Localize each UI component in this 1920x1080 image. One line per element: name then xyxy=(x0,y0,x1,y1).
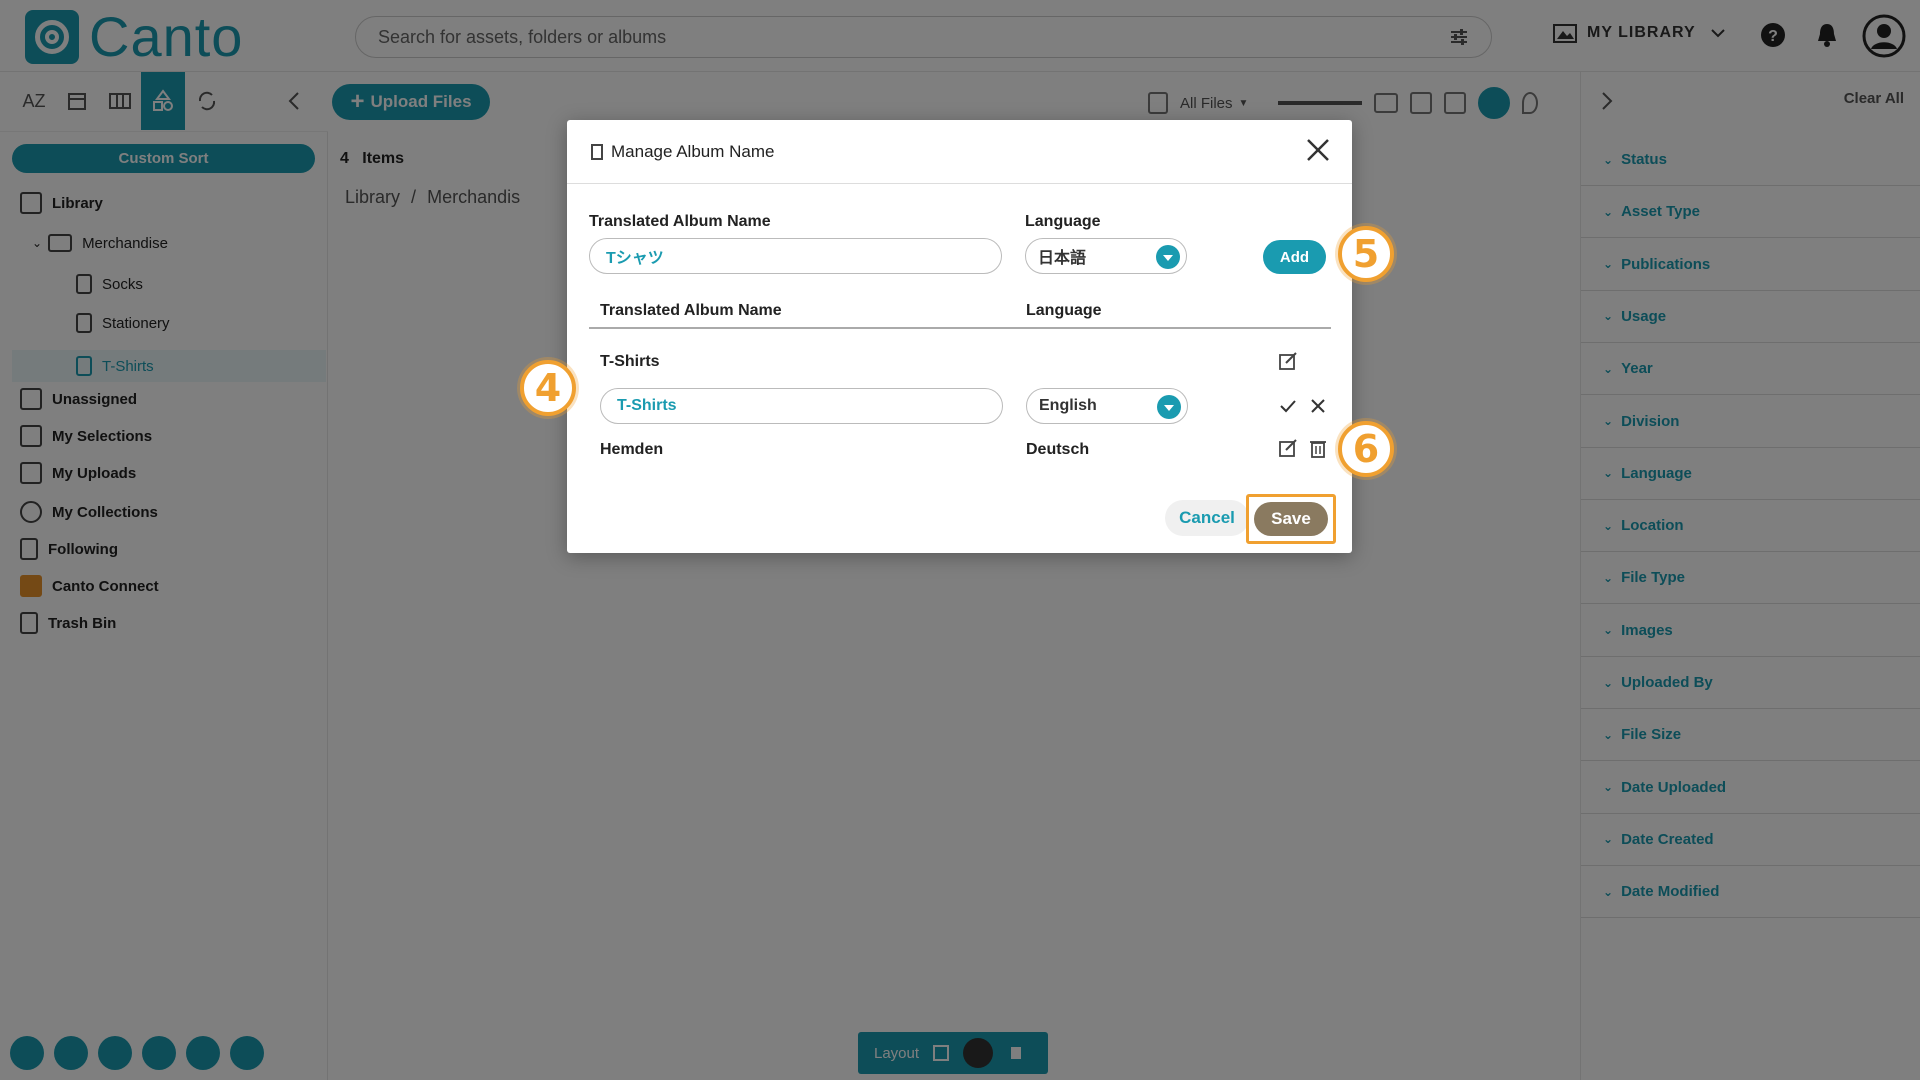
edit-language-value: English xyxy=(1039,397,1097,414)
edit-translated-name-value: T-Shirts xyxy=(617,397,677,414)
column-header-name: Translated Album Name xyxy=(600,302,782,319)
delete-icon[interactable] xyxy=(1307,437,1329,459)
edit-language-select[interactable]: English xyxy=(1026,388,1188,424)
callout-badge-6: 6 xyxy=(1338,421,1394,477)
new-language-value: 日本語 xyxy=(1038,250,1087,267)
callout-4-number: 4 xyxy=(534,366,562,410)
new-name-label: Translated Album Name xyxy=(589,213,771,230)
cancel-button[interactable]: Cancel xyxy=(1165,500,1249,536)
add-label: Add xyxy=(1279,248,1310,266)
close-icon[interactable] xyxy=(1304,136,1332,164)
row-language-deutsch: Deutsch xyxy=(1026,441,1090,458)
new-translated-name-input[interactable]: Tシャツ xyxy=(589,238,1002,274)
cancel-label: Cancel xyxy=(1179,508,1235,527)
dialog-title-text: Manage Album Name xyxy=(611,142,775,161)
row-name-tshirts: T-Shirts xyxy=(600,353,660,370)
cancel-edit-icon[interactable] xyxy=(1307,395,1329,417)
manage-album-name-dialog: Manage Album Name Translated Album Name … xyxy=(567,120,1352,553)
save-highlight-box: Save xyxy=(1246,494,1336,544)
new-language-label: Language xyxy=(1025,213,1101,230)
edit-icon[interactable] xyxy=(1277,437,1299,459)
callout-6-number: 6 xyxy=(1352,427,1380,471)
canto-app: Canto Search for assets, folders or albu… xyxy=(0,0,1920,1080)
save-label: Save xyxy=(1271,509,1311,528)
callout-badge-5: 5 xyxy=(1338,226,1394,282)
album-icon xyxy=(591,144,603,160)
dialog-title: Manage Album Name xyxy=(591,142,774,162)
new-translated-name-value: Tシャツ xyxy=(606,250,664,267)
dialog-divider xyxy=(567,183,1352,184)
column-header-language: Language xyxy=(1026,302,1102,319)
new-language-select[interactable]: 日本語 xyxy=(1025,238,1187,274)
edit-icon[interactable] xyxy=(1277,350,1299,372)
callout-badge-4: 4 xyxy=(520,360,576,416)
confirm-check-icon[interactable] xyxy=(1277,395,1299,417)
dropdown-arrow-icon xyxy=(1157,395,1181,419)
callout-5-number: 5 xyxy=(1352,232,1380,276)
edit-translated-name-input[interactable]: T-Shirts xyxy=(600,388,1003,424)
table-header-divider xyxy=(589,327,1331,329)
row-name-hemden: Hemden xyxy=(600,441,664,458)
dropdown-arrow-icon xyxy=(1156,245,1180,269)
save-button[interactable]: Save xyxy=(1254,502,1328,536)
add-button[interactable]: Add xyxy=(1263,240,1326,274)
